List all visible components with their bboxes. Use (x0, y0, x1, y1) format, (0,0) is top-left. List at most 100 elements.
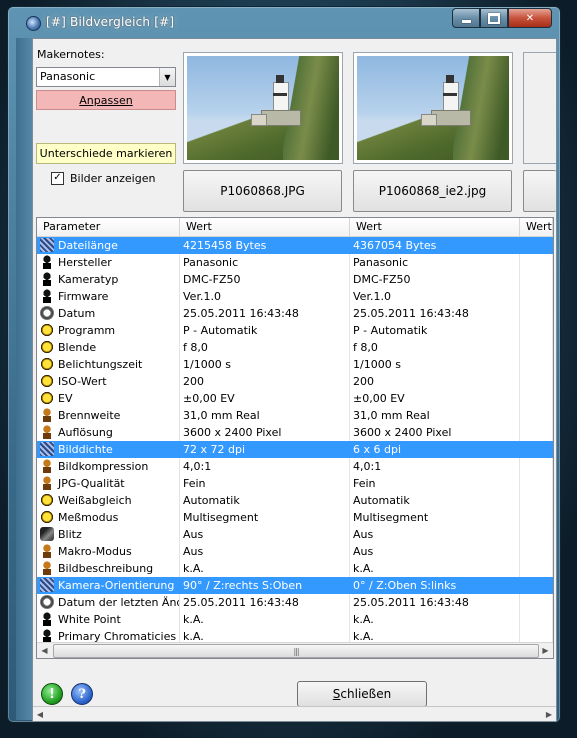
bust-icon (40, 544, 54, 558)
value-cell-3 (520, 492, 553, 509)
value-cell-1: 90° / Z:rechts S:Oben (180, 577, 350, 594)
close-window-button[interactable]: ✕ (508, 8, 552, 28)
unterschiede-markieren-button[interactable]: Unterschiede markieren (36, 143, 176, 164)
title-bar[interactable]: [#] Bildvergleich [#] ✕ (8, 7, 560, 37)
clock-icon (40, 595, 54, 609)
maximize-icon (488, 12, 500, 24)
value-cell-1: Fein (180, 475, 350, 492)
table-row[interactable]: Auflösung 3600 x 2400 Pixel 3600 x 2400 Pi… (37, 424, 553, 441)
table-row[interactable]: Weißabgleich Automatik Automatik (37, 492, 553, 509)
value-cell-1: Aus (180, 543, 350, 560)
table-row[interactable]: Bilddichte 72 x 72 dpi 6 x 6 dpi (37, 441, 553, 458)
parameter-cell: Bilddichte (37, 441, 180, 458)
table-row[interactable]: Datum 25.05.2011 16:43:48 25.05.2011 16:43… (37, 305, 553, 322)
parameter-cell: ISO-Wert (37, 373, 180, 390)
table-row[interactable]: Meßmodus Multisegment Multisegment (37, 509, 553, 526)
file-button-1[interactable]: P1060868.JPG (183, 170, 342, 212)
bilder-anzeigen-checkbox[interactable]: ✓ (51, 172, 64, 185)
chevron-down-icon[interactable]: ▼ (159, 68, 175, 86)
scroll-left-icon[interactable]: ◀ (37, 643, 52, 658)
makernotes-select[interactable]: Panasonic ▼ (36, 67, 176, 87)
comparison-table[interactable]: Parameter Wert Wert Wert Dateilänge 42154… (36, 217, 554, 659)
parameter-cell: Datum (37, 305, 180, 322)
value-cell-3 (520, 237, 553, 254)
table-row[interactable]: Kameratyp DMC-FZ50 DMC-FZ50 (37, 271, 553, 288)
schliessen-button[interactable]: Schließen (297, 681, 427, 707)
table-row[interactable]: EV ±0,00 EV ±0,00 EV (37, 390, 553, 407)
value-cell-1: 3600 x 2400 Pixel (180, 424, 350, 441)
value-cell-2: 6 x 6 dpi (350, 441, 520, 458)
camera-person-icon (40, 255, 54, 269)
scroll-left-icon[interactable]: ◀ (33, 708, 47, 720)
table-row[interactable]: White Point k.A. k.A. (37, 611, 553, 628)
value-cell-3 (520, 373, 553, 390)
file-button-2[interactable]: P1060868_ie2.jpg (353, 170, 512, 212)
value-cell-3 (520, 254, 553, 271)
value-cell-2: Ver.1.0 (350, 288, 520, 305)
parameter-name: Auflösung (58, 426, 113, 439)
parameter-name: Meßmodus (58, 511, 119, 524)
scroll-right-icon[interactable]: ▶ (538, 643, 553, 658)
table-row[interactable]: Bildkompression 4,0:1 4,0:1 (37, 458, 553, 475)
value-cell-1: 25.05.2011 16:43:48 (180, 305, 350, 322)
app-window: [#] Bildvergleich [#] ✕ Makernotes: Pana… (7, 6, 561, 723)
anpassen-button[interactable]: Anpassen (36, 90, 176, 110)
table-row[interactable]: Kamera-Orientierung 90° / Z:rechts S:Oben… (37, 577, 553, 594)
flash-icon (40, 527, 54, 541)
file-button-3[interactable] (523, 170, 556, 212)
value-cell-2: f 8,0 (350, 339, 520, 356)
value-cell-2: 200 (350, 373, 520, 390)
horizontal-scrollbar[interactable]: ◀ ||| ▶ (37, 642, 553, 658)
table-row[interactable]: Blende f 8,0 f 8,0 (37, 339, 553, 356)
table-row[interactable]: Hersteller Panasonic Panasonic (37, 254, 553, 271)
scroll-right-icon[interactable]: ▶ (542, 708, 556, 720)
scrollbar-thumb[interactable]: ||| (53, 644, 539, 658)
table-row[interactable]: Datum der letzten Änd...25.05.2011 16:43… (37, 594, 553, 611)
bilder-anzeigen-option[interactable]: ✓ Bilder anzeigen (51, 172, 155, 185)
bust-icon (40, 561, 54, 575)
image-preview-1[interactable] (183, 52, 343, 164)
value-cell-3 (520, 560, 553, 577)
parameter-cell: Bildkompression (37, 458, 180, 475)
column-header-parameter[interactable]: Parameter (37, 218, 180, 236)
value-cell-2: 4367054 Bytes (350, 237, 520, 254)
image-preview-2[interactable] (353, 52, 513, 164)
bottom-scrollbar[interactable]: ◀ ▶ (33, 706, 556, 721)
value-cell-3 (520, 356, 553, 373)
column-header-wert-3[interactable]: Wert (520, 218, 553, 236)
column-header-wert-1[interactable]: Wert (180, 218, 350, 236)
value-cell-3 (520, 611, 553, 628)
table-row[interactable]: Dateilänge 4215458 Bytes 4367054 Bytes (37, 237, 553, 254)
table-row[interactable]: Brennweite 31,0 mm Real 31,0 mm Real (37, 407, 553, 424)
value-cell-1: k.A. (180, 611, 350, 628)
parameter-name: Hersteller (58, 256, 112, 269)
makernotes-label: Makernotes: (37, 48, 105, 61)
value-cell-2: k.A. (350, 560, 520, 577)
sun-icon (40, 510, 54, 524)
table-row[interactable]: ISO-Wert 200 200 (37, 373, 553, 390)
value-cell-1: 1/1000 s (180, 356, 350, 373)
table-row[interactable]: Makro-Modus Aus Aus (37, 543, 553, 560)
parameter-cell: Kamera-Orientierung (37, 577, 180, 594)
green-exclamation-icon[interactable]: ! (41, 683, 63, 705)
image-preview-3[interactable] (523, 52, 556, 164)
parameter-name: Programm (58, 324, 116, 337)
parameter-cell: Blende (37, 339, 180, 356)
value-cell-3 (520, 458, 553, 475)
table-row[interactable]: Bildbeschreibung k.A. k.A. (37, 560, 553, 577)
help-icon[interactable]: ? (71, 683, 93, 705)
maximize-button[interactable] (480, 8, 508, 28)
table-row[interactable]: JPG-Qualität Fein Fein (37, 475, 553, 492)
minimize-button[interactable] (452, 8, 480, 28)
value-cell-1: Ver.1.0 (180, 288, 350, 305)
table-row[interactable]: Firmware Ver.1.0 Ver.1.0 (37, 288, 553, 305)
value-cell-1: f 8,0 (180, 339, 350, 356)
value-cell-2: DMC-FZ50 (350, 271, 520, 288)
table-row[interactable]: Programm P - Automatik P - Automatik (37, 322, 553, 339)
value-cell-3 (520, 288, 553, 305)
table-row[interactable]: Blitz Aus Aus (37, 526, 553, 543)
value-cell-3 (520, 271, 553, 288)
table-row[interactable]: Belichtungszeit 1/1000 s 1/1000 s (37, 356, 553, 373)
parameter-name: Bildbeschreibung (58, 562, 154, 575)
column-header-wert-2[interactable]: Wert (350, 218, 520, 236)
